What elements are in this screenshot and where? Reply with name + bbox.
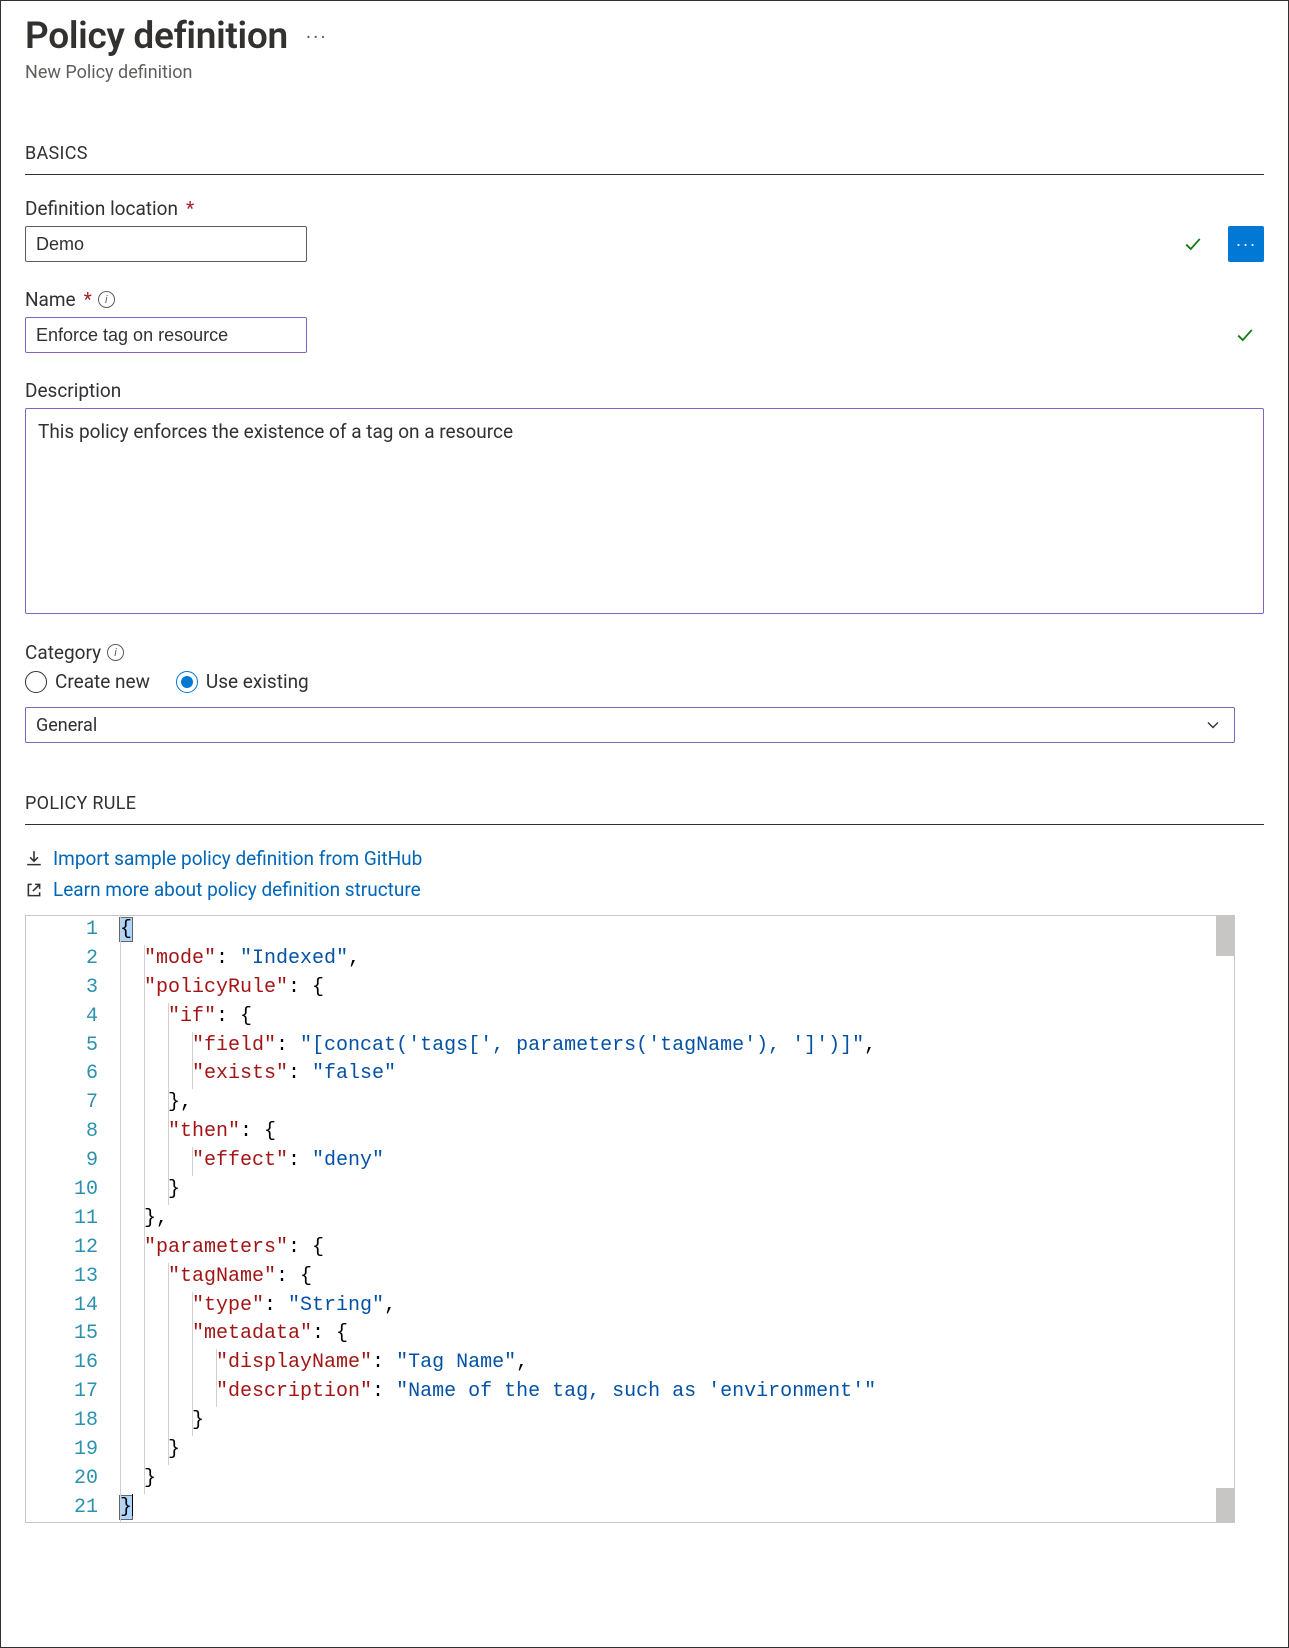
code-line[interactable]: "metadata": {	[120, 1320, 1230, 1349]
code-line[interactable]: {	[120, 916, 1230, 945]
code-line[interactable]: }	[120, 1465, 1230, 1494]
definition-location-label-text: Definition location	[25, 197, 178, 220]
line-number: 18	[26, 1407, 98, 1436]
line-number: 3	[26, 974, 98, 1003]
code-line[interactable]: }	[120, 1494, 1230, 1522]
name-label: Name * i	[25, 288, 1264, 311]
description-input[interactable]	[25, 408, 1264, 614]
name-input-wrap	[25, 317, 1264, 353]
code-line[interactable]: "exists": "false"	[120, 1060, 1230, 1089]
info-icon[interactable]: i	[98, 291, 115, 308]
code-line[interactable]: "then": {	[120, 1118, 1230, 1147]
category-select[interactable]: General	[25, 707, 1235, 743]
divider	[25, 824, 1264, 825]
name-label-text: Name	[25, 288, 76, 311]
radio-create-new-label: Create new	[55, 670, 150, 693]
category-radio-group: Create new Use existing	[25, 670, 1264, 693]
name-input[interactable]	[25, 317, 307, 353]
import-sample-row: Import sample policy definition from Git…	[25, 847, 1264, 870]
policy-definition-panel: Policy definition ··· New Policy definit…	[0, 0, 1289, 1648]
scrollbar[interactable]	[1216, 916, 1234, 1522]
category-label-text: Category	[25, 641, 101, 664]
check-icon	[1184, 235, 1202, 253]
radio-use-existing-label: Use existing	[206, 670, 309, 693]
section-policy-rule-header: POLICY RULE	[25, 793, 1264, 814]
name-row	[25, 317, 1264, 353]
code-line[interactable]: }	[120, 1176, 1230, 1205]
line-number: 8	[26, 1118, 98, 1147]
code-line[interactable]: "if": {	[120, 1003, 1230, 1032]
line-number: 2	[26, 945, 98, 974]
check-icon	[1236, 326, 1254, 344]
code-line[interactable]: }	[120, 1436, 1230, 1465]
line-number: 16	[26, 1349, 98, 1378]
line-number: 4	[26, 1003, 98, 1032]
description-label: Description	[25, 379, 1264, 402]
line-number: 10	[26, 1176, 98, 1205]
definition-location-input-wrap	[25, 226, 1212, 262]
line-number: 1	[26, 916, 98, 945]
page-title: Policy definition	[25, 15, 288, 58]
required-star: *	[186, 197, 194, 220]
line-number: 5	[26, 1032, 98, 1061]
line-number: 20	[26, 1465, 98, 1494]
code-line[interactable]: "policyRule": {	[120, 974, 1230, 1003]
line-number: 9	[26, 1147, 98, 1176]
learn-more-link[interactable]: Learn more about policy definition struc…	[53, 878, 421, 901]
required-star: *	[84, 288, 92, 311]
browse-location-button[interactable]: ···	[1228, 226, 1264, 262]
code-line[interactable]: },	[120, 1089, 1230, 1118]
radio-create-new[interactable]: Create new	[25, 670, 150, 693]
ellipsis-icon: ···	[1236, 234, 1257, 255]
line-number: 14	[26, 1292, 98, 1321]
definition-location-row: ···	[25, 226, 1264, 262]
code-line[interactable]: "mode": "Indexed",	[120, 945, 1230, 974]
more-menu-icon[interactable]: ···	[306, 25, 328, 49]
info-icon[interactable]: i	[107, 644, 124, 661]
line-number: 7	[26, 1089, 98, 1118]
radio-icon	[25, 671, 47, 693]
import-sample-link[interactable]: Import sample policy definition from Git…	[53, 847, 422, 870]
code-line[interactable]: "type": "String",	[120, 1292, 1230, 1321]
page-subtitle: New Policy definition	[25, 62, 1264, 83]
line-number: 15	[26, 1320, 98, 1349]
code-line[interactable]: "description": "Name of the tag, such as…	[120, 1378, 1230, 1407]
category-select-value: General	[36, 715, 97, 736]
code-line[interactable]: "displayName": "Tag Name",	[120, 1349, 1230, 1378]
code-line[interactable]: }	[120, 1407, 1230, 1436]
line-number: 12	[26, 1234, 98, 1263]
section-basics-header: BASICS	[25, 143, 1264, 164]
code-line[interactable]: },	[120, 1205, 1230, 1234]
divider	[25, 174, 1264, 175]
editor-line-numbers: 123456789101112131415161718192021	[26, 916, 116, 1522]
header: Policy definition ···	[25, 15, 1264, 58]
definition-location-input[interactable]	[25, 226, 307, 262]
line-number: 17	[26, 1378, 98, 1407]
line-number: 21	[26, 1494, 98, 1523]
code-line[interactable]: "parameters": {	[120, 1234, 1230, 1263]
radio-use-existing[interactable]: Use existing	[176, 670, 309, 693]
code-line[interactable]: "effect": "deny"	[120, 1147, 1230, 1176]
description-label-text: Description	[25, 379, 121, 402]
definition-location-label: Definition location *	[25, 197, 1264, 220]
category-select-wrap: General	[25, 707, 1235, 743]
radio-icon	[176, 671, 198, 693]
learn-more-row: Learn more about policy definition struc…	[25, 878, 1264, 901]
category-label: Category i	[25, 641, 1264, 664]
code-line[interactable]: "tagName": {	[120, 1263, 1230, 1292]
editor-code-area[interactable]: { "mode": "Indexed", "policyRule": { "if…	[116, 916, 1234, 1522]
line-number: 13	[26, 1263, 98, 1292]
scroll-thumb[interactable]	[1216, 916, 1234, 956]
line-number: 6	[26, 1060, 98, 1089]
scroll-thumb[interactable]	[1216, 1488, 1234, 1522]
line-number: 19	[26, 1436, 98, 1465]
code-line[interactable]: "field": "[concat('tags[', parameters('t…	[120, 1032, 1230, 1061]
line-number: 11	[26, 1205, 98, 1234]
download-icon	[25, 850, 43, 868]
external-link-icon	[25, 881, 43, 899]
policy-rule-editor[interactable]: 123456789101112131415161718192021 { "mod…	[25, 915, 1235, 1523]
